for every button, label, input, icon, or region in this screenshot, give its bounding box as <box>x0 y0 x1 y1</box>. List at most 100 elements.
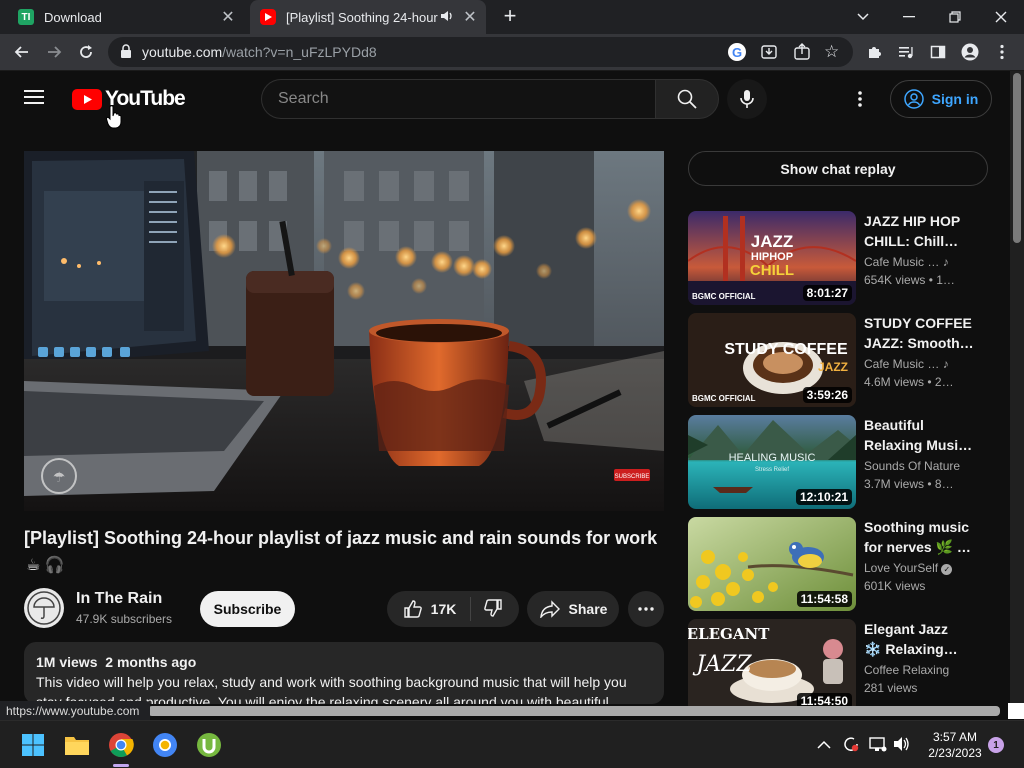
recommendation-channel[interactable]: Coffee Relaxing <box>864 663 949 677</box>
scrollbar-thumb[interactable] <box>1013 73 1021 243</box>
sync-alert-icon[interactable] <box>842 735 860 758</box>
recommendation-thumbnail[interactable]: ELEGANT JAZZ 11:54:50 <box>688 619 856 713</box>
tab-youtube[interactable]: [Playlist] Soothing 24-hour p ✕ <box>250 0 486 34</box>
recommendation-title[interactable]: Soothing music for nerves 🌿 … <box>864 517 974 557</box>
youtube-favicon <box>260 9 276 25</box>
recommendation-channel[interactable]: Cafe Music … ♪ <box>864 255 949 269</box>
volume-icon[interactable] <box>893 735 911 758</box>
url-path: /watch?v=n_uFzLPYDd8 <box>222 44 377 60</box>
close-tab-icon[interactable]: ✕ <box>460 7 480 27</box>
recommendation-item[interactable]: ELEGANT JAZZ 11:54:50 Elegant Jazz ❄️ Rel… <box>688 619 988 713</box>
video-duration: 12:10:21 <box>795 489 852 505</box>
channel-name[interactable]: In The Rain <box>76 590 162 608</box>
restore-icon[interactable] <box>932 0 978 34</box>
youtube-play-logo-icon <box>72 88 102 110</box>
extensions-puzzle-icon[interactable] <box>860 38 888 66</box>
like-dislike-group: 17K <box>387 591 519 627</box>
chrome-canary-icon[interactable] <box>151 731 179 759</box>
install-app-icon[interactable] <box>760 43 778 64</box>
recommendation-title[interactable]: JAZZ HIP HOP CHILL: Chill… <box>864 211 974 251</box>
like-button[interactable]: 17K <box>403 597 472 621</box>
account-circle-icon <box>903 89 924 109</box>
tab-search-chevron-icon[interactable] <box>840 0 886 34</box>
show-chat-replay-button[interactable]: Show chat replay <box>688 151 988 186</box>
music-note-icon: ♪ <box>942 357 949 371</box>
search-button[interactable] <box>655 79 719 119</box>
notification-badge[interactable]: 1 <box>988 737 1004 753</box>
profile-avatar-icon[interactable] <box>956 38 984 66</box>
recommendation-thumbnail[interactable]: STUDY COFFEE JAZZ BGMC OFFICIAL 3:59:26 <box>688 313 856 407</box>
browser-menu-kebab-icon[interactable] <box>988 38 1016 66</box>
vertical-scrollbar[interactable] <box>1010 71 1024 703</box>
recommendation-title[interactable]: STUDY COFFEE JAZZ: Smooth… <box>864 313 974 353</box>
recommendation-item[interactable]: JAZZ HIPHOP CHILL BGMC OFFICIAL 8:01:27 … <box>688 211 988 305</box>
clock-date: 2/23/2023 <box>928 746 982 760</box>
recommendation-item[interactable]: STUDY COFFEE JAZZ BGMC OFFICIAL 3:59:26 … <box>688 313 988 407</box>
recommendation-thumbnail[interactable]: HEALING MUSIC Stress Relief 12:10:21 <box>688 415 856 509</box>
recommendation-item[interactable]: HEALING MUSIC Stress Relief 12:10:21 Bea… <box>688 415 988 509</box>
voice-search-button[interactable] <box>727 79 767 119</box>
svg-text:ELEGANT: ELEGANT <box>688 625 770 643</box>
subscriber-count: 47.9K subscribers <box>76 612 173 626</box>
like-count: 17K <box>430 601 457 617</box>
more-actions-button[interactable] <box>628 591 664 627</box>
recommendation-channel[interactable]: Sounds Of Nature <box>864 459 960 473</box>
description-meta: 1M views 2 months ago <box>36 654 652 670</box>
side-panel-icon[interactable] <box>924 38 952 66</box>
utorrent-icon[interactable] <box>195 731 223 759</box>
windows-start-icon[interactable] <box>19 731 47 759</box>
share-button[interactable]: Share <box>527 591 619 627</box>
subscribe-button[interactable]: Subscribe <box>200 591 295 627</box>
address-bar[interactable]: youtube.com/watch?v=n_uFzLPYDd8 G ☆ <box>108 37 853 67</box>
youtube-logo[interactable]: YouTube <box>72 87 186 111</box>
channel-avatar[interactable] <box>24 588 64 628</box>
svg-text:BGMC OFFICIAL: BGMC OFFICIAL <box>692 394 756 403</box>
recommendation-item[interactable]: 11:54:58 Soothing music for nerves 🌿 … Lo… <box>688 517 988 611</box>
back-arrow-icon[interactable] <box>8 38 36 66</box>
recommendation-views: 4.6M views • 2… <box>864 375 954 389</box>
new-tab-plus-icon[interactable]: + <box>498 5 522 29</box>
recommendation-views: 601K views <box>864 579 926 593</box>
share-arrow-icon <box>539 600 560 618</box>
bookmark-star-icon[interactable]: ☆ <box>824 42 839 62</box>
search-icon <box>677 89 697 109</box>
youtube-header: YouTube Search Sign in <box>0 71 1010 129</box>
video-duration: 8:01:27 <box>802 285 852 301</box>
horizontal-scrollbar[interactable] <box>148 706 1000 716</box>
close-tab-icon[interactable]: ✕ <box>218 7 238 27</box>
minimize-icon[interactable] <box>886 0 932 34</box>
sign-in-button[interactable]: Sign in <box>890 80 992 118</box>
download-site-favicon: TI <box>18 9 34 25</box>
hamburger-menu-icon[interactable] <box>24 89 44 110</box>
google-lens-icon[interactable]: G <box>728 43 746 61</box>
tab-download[interactable]: TI Download ✕ <box>8 0 244 34</box>
svg-text:STUDY COFFEE: STUDY COFFEE <box>724 341 848 358</box>
svg-text:HEALING MUSIC: HEALING MUSIC <box>729 452 816 464</box>
network-icon[interactable] <box>869 735 887 758</box>
close-window-icon[interactable] <box>978 0 1024 34</box>
lock-icon[interactable] <box>120 43 132 61</box>
settings-kebab-icon[interactable] <box>858 91 862 112</box>
chrome-icon[interactable] <box>107 731 135 759</box>
description-box[interactable]: 1M views 2 months ago This video will he… <box>24 642 664 704</box>
recommendation-thumbnail[interactable]: 11:54:58 <box>688 517 856 611</box>
thumbs-down-icon <box>484 598 503 617</box>
svg-text:CHILL: CHILL <box>750 262 794 279</box>
recommendation-title[interactable]: Beautiful Relaxing Musi… <box>864 415 974 455</box>
recommendation-channel[interactable]: Love YourSelf ✓ <box>864 561 953 575</box>
taskbar-clock[interactable]: 3:57 AM 2/23/2023 <box>920 729 990 761</box>
browser-toolbar: youtube.com/watch?v=n_uFzLPYDd8 G ☆ <box>0 34 1024 71</box>
file-explorer-icon[interactable] <box>63 731 91 759</box>
search-input[interactable]: Search <box>261 79 656 119</box>
share-page-icon[interactable] <box>793 43 811 64</box>
recommendation-title[interactable]: Elegant Jazz ❄️ Relaxing… <box>864 619 974 659</box>
media-queue-icon[interactable] <box>892 38 920 66</box>
recommendation-channel[interactable]: Cafe Music … ♪ <box>864 357 949 371</box>
forward-arrow-icon[interactable] <box>40 38 68 66</box>
speaker-icon[interactable] <box>440 9 454 26</box>
recommendation-thumbnail[interactable]: JAZZ HIPHOP CHILL BGMC OFFICIAL 8:01:27 <box>688 211 856 305</box>
video-player[interactable]: ☂ SUBSCRIBE <box>24 151 664 511</box>
tray-chevron-up-icon[interactable] <box>817 737 831 755</box>
dislike-button[interactable] <box>471 598 503 621</box>
reload-icon[interactable] <box>72 38 100 66</box>
